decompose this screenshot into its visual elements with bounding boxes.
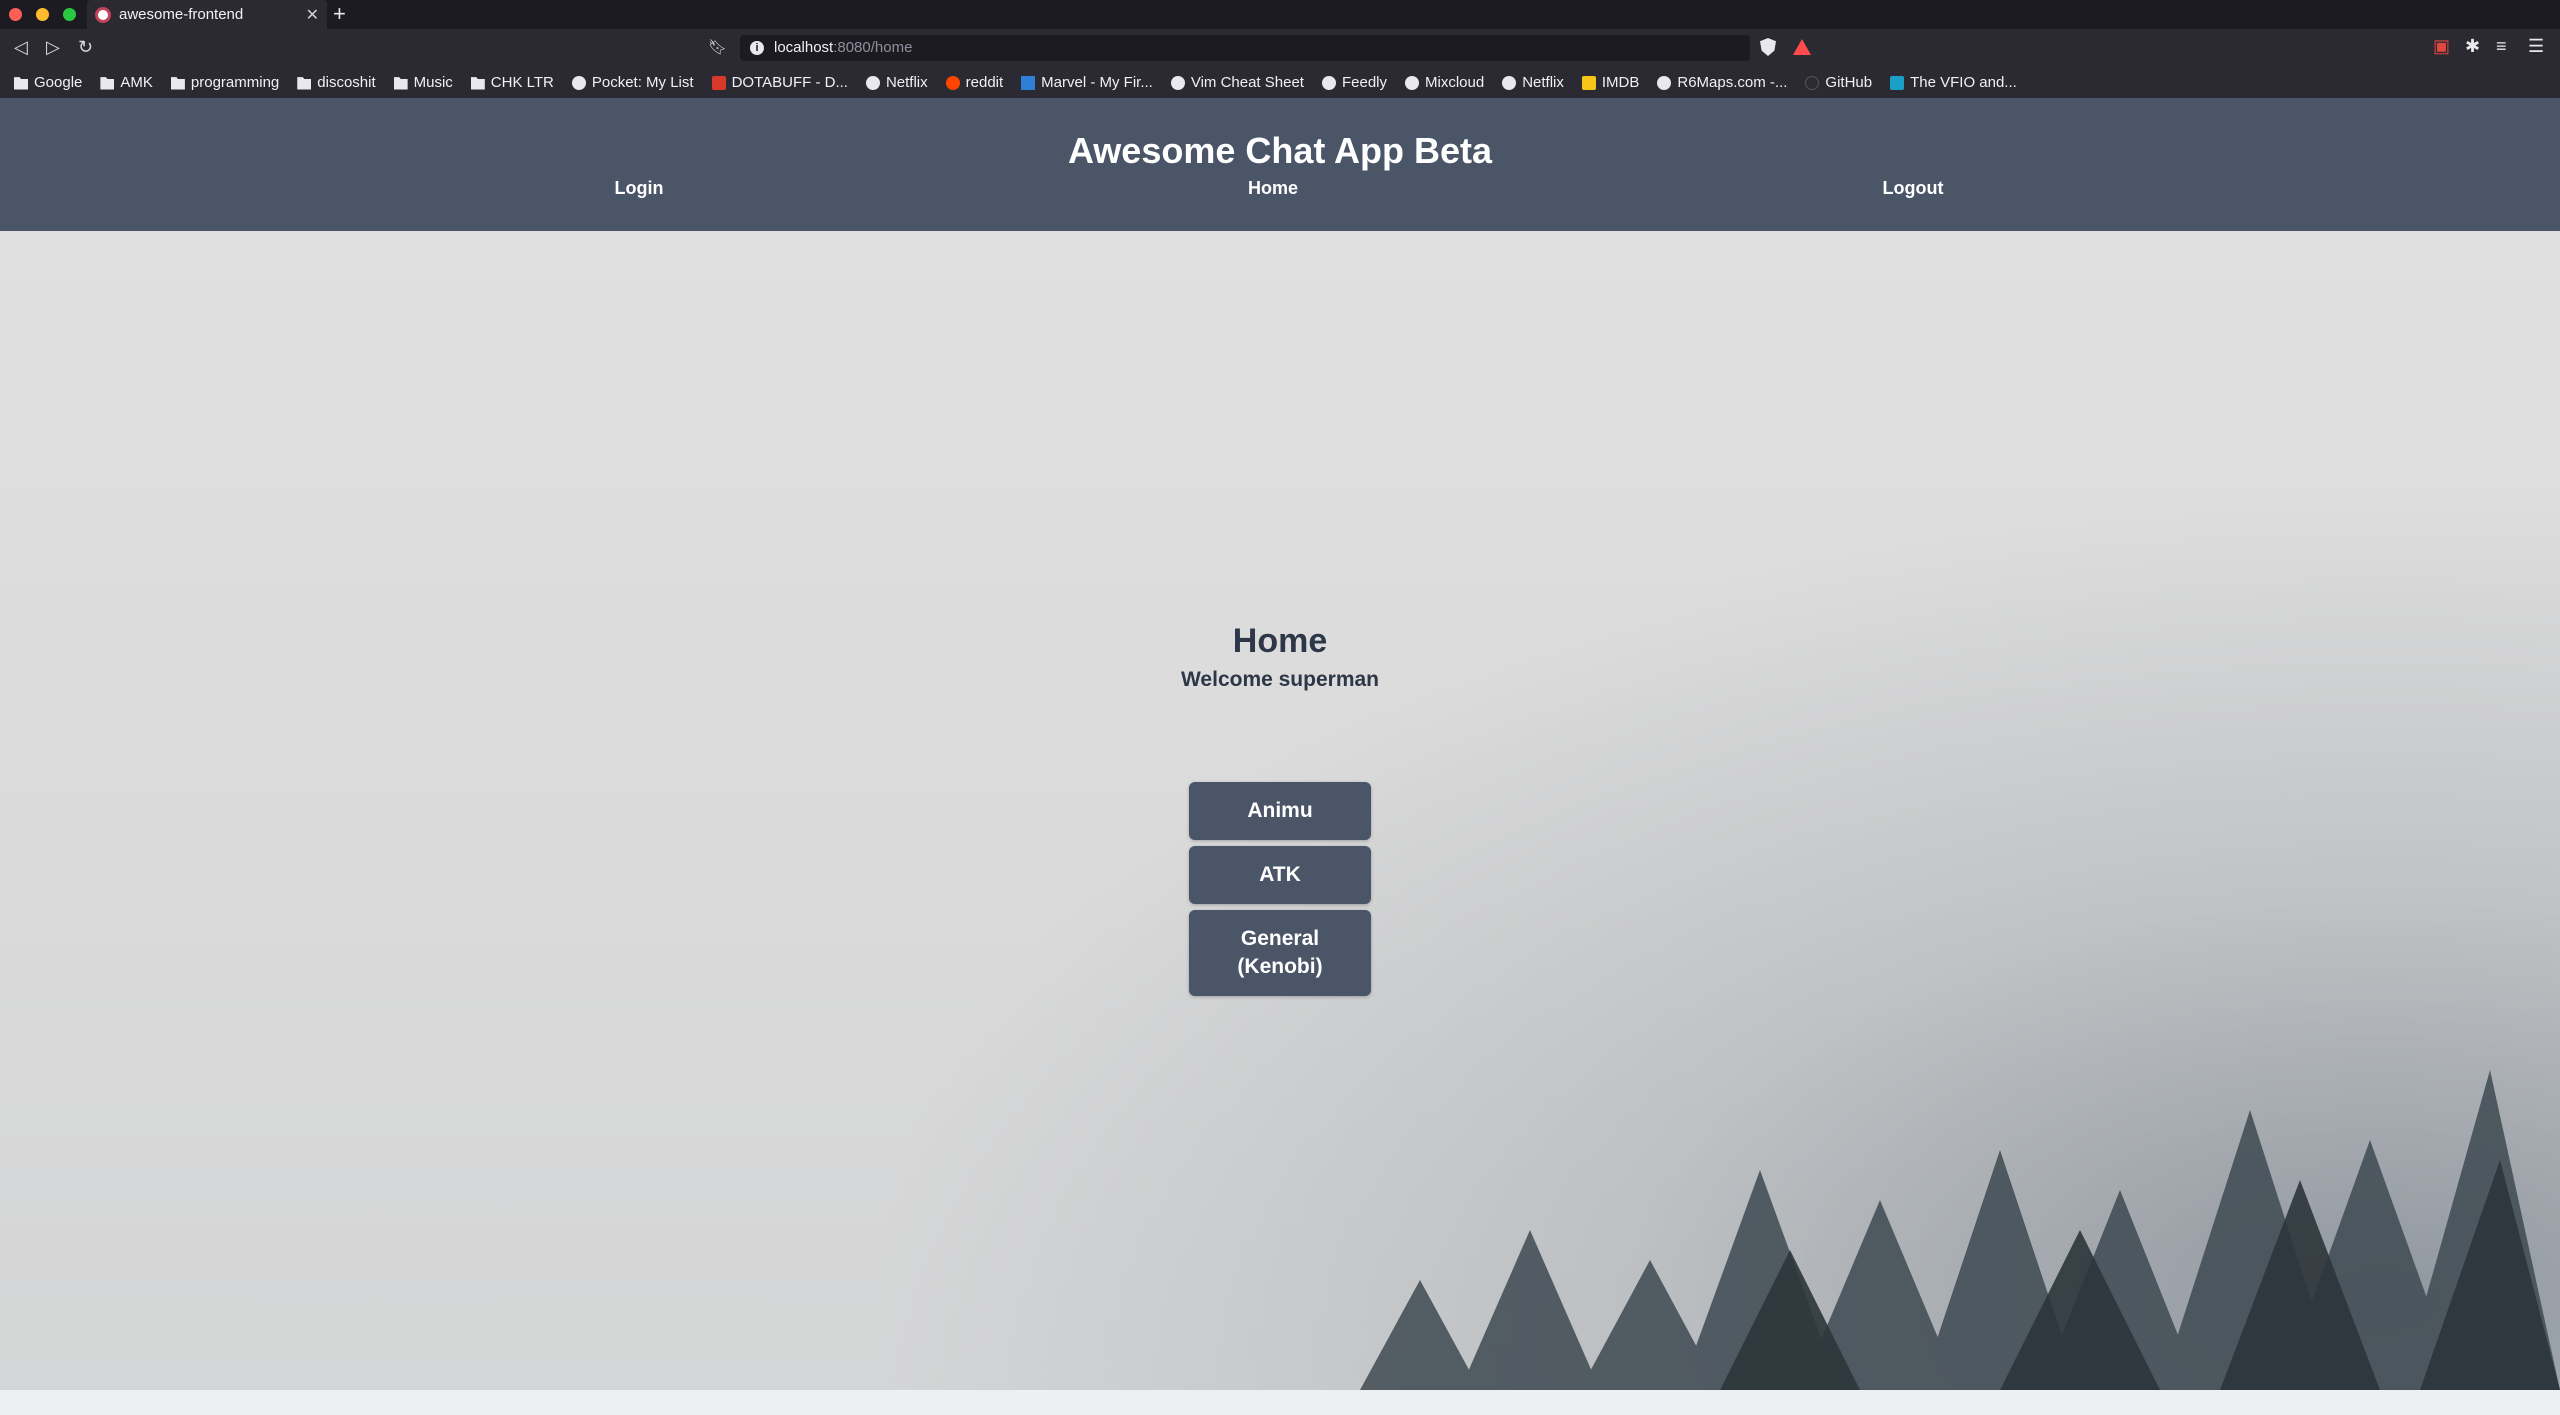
browser-tab[interactable]: awesome-frontend ✕ <box>87 0 327 29</box>
bookmark-item[interactable]: CHK LTR <box>470 74 554 91</box>
nav-home-link[interactable]: Home <box>1193 178 1353 199</box>
page-viewport: Awesome Chat App Beta Login Home Logout … <box>0 98 2560 1390</box>
bookmark-label: AMK <box>120 74 153 91</box>
extension-badge-icon[interactable]: ▣ <box>2433 36 2450 57</box>
bookmark-label: discoshit <box>317 74 376 91</box>
room-button-general-kenobi[interactable]: General (Kenobi) <box>1189 910 1371 996</box>
bookmark-item[interactable]: Netflix <box>1502 74 1564 91</box>
bookmark-label: reddit <box>965 74 1004 91</box>
welcome-message: Welcome superman <box>1180 668 1379 691</box>
tab-strip: awesome-frontend ✕ + <box>0 0 2560 29</box>
folder-icon <box>297 77 312 90</box>
room-button-animu[interactable]: Animu <box>1189 782 1371 840</box>
extensions-puzzle-icon[interactable]: ✱ <box>2465 36 2480 57</box>
bookmark-item[interactable]: Mixcloud <box>1405 74 1484 91</box>
bookmark-label: IMDB <box>1601 74 1640 91</box>
bookmark-label: Mixcloud <box>1425 74 1485 91</box>
app-header: Awesome Chat App Beta Login Home Logout <box>0 98 2560 231</box>
bookmark-item[interactable]: discoshit <box>297 74 376 91</box>
bookmark-item[interactable]: programming <box>170 74 280 91</box>
bookmark-label: R6Maps.com -... <box>1677 74 1788 91</box>
globe-icon <box>1657 75 1672 90</box>
forest-background-image <box>1360 1070 2560 1390</box>
marvel-icon <box>1021 75 1036 90</box>
minimize-window-button[interactable] <box>36 8 49 21</box>
rewards-triangle-icon[interactable] <box>1793 39 1811 55</box>
address-bar[interactable]: i localhost:8080/home <box>740 35 1750 61</box>
nav-login-link[interactable]: Login <box>559 178 719 199</box>
bookmark-item[interactable]: Music <box>393 74 453 91</box>
reddit-icon <box>945 75 960 90</box>
back-icon[interactable]: ◁ <box>14 37 28 57</box>
bookmark-item[interactable]: Google <box>14 74 82 91</box>
app-title: Awesome Chat App Beta <box>1067 130 1493 171</box>
dotabuff-icon <box>711 75 726 90</box>
forward-icon[interactable]: ▷ <box>46 37 60 57</box>
close-window-button[interactable] <box>9 8 22 21</box>
tab-title: awesome-frontend <box>119 6 244 23</box>
bookmark-item[interactable]: reddit <box>945 74 1004 91</box>
bookmark-label: Netflix <box>885 74 928 91</box>
reload-icon[interactable]: ↻ <box>78 37 93 57</box>
globe-icon <box>1502 75 1517 90</box>
url-path: :8080/home <box>833 39 913 56</box>
vfio-icon <box>1890 75 1905 90</box>
bookmark-item[interactable]: Pocket: My List <box>571 74 694 91</box>
room-button-atk[interactable]: ATK <box>1189 846 1371 904</box>
bookmark-label: Feedly <box>1341 74 1387 91</box>
bookmark-label: The VFIO and... <box>1910 74 2017 91</box>
bookmark-item[interactable]: AMK <box>100 74 153 91</box>
folder-icon <box>100 77 115 90</box>
close-tab-icon[interactable]: ✕ <box>306 5 319 25</box>
bookmark-item[interactable]: Netflix <box>865 74 928 91</box>
maximize-window-button[interactable] <box>63 8 76 21</box>
imdb-icon <box>1581 75 1596 90</box>
globe-icon <box>571 75 586 90</box>
new-tab-button[interactable]: + <box>333 2 346 26</box>
bookmark-label: Music <box>413 74 453 91</box>
menu-icon[interactable]: ☰ <box>2528 36 2544 57</box>
bookmark-label: Marvel - My Fir... <box>1041 74 1153 91</box>
globe-icon <box>1321 75 1336 90</box>
bookmark-item[interactable]: The VFIO and... <box>1890 74 2017 91</box>
site-info-icon[interactable]: i <box>750 41 764 55</box>
tab-favicon-icon <box>95 6 111 23</box>
bookmark-label: Netflix <box>1522 74 1564 91</box>
bookmark-item[interactable]: GitHub <box>1805 74 1872 91</box>
github-icon <box>1805 75 1820 90</box>
bookmark-item[interactable]: IMDB <box>1581 74 1640 91</box>
folder-icon <box>470 77 485 90</box>
bookmark-label: Google <box>34 74 83 91</box>
globe-icon <box>865 75 880 90</box>
playlist-icon[interactable]: ≡ <box>2496 36 2507 57</box>
bookmark-item[interactable]: Marvel - My Fir... <box>1021 74 1153 91</box>
url-host: localhost <box>774 39 834 56</box>
bookmark-item[interactable]: Vim Cheat Sheet <box>1170 74 1304 91</box>
bookmark-item[interactable]: Feedly <box>1321 74 1387 91</box>
bookmark-label: programming <box>190 74 280 91</box>
bookmark-label: Vim Cheat Sheet <box>1190 74 1304 91</box>
browser-chrome: awesome-frontend ✕ + ◁ ▷ ↻ 🔖︎ i localhos… <box>0 0 2560 98</box>
nav-logout-link[interactable]: Logout <box>1833 178 1993 199</box>
bookmark-label: CHK LTR <box>490 74 554 91</box>
bookmark-label: GitHub <box>1825 74 1873 91</box>
page-title: Home <box>1232 622 1328 660</box>
globe-icon <box>1170 75 1185 90</box>
folder-icon <box>14 77 28 90</box>
window-bottom-strip <box>0 1390 2560 1415</box>
bookmark-page-icon[interactable]: 🔖︎ <box>708 38 727 56</box>
folder-icon <box>393 77 408 90</box>
bookmark-item[interactable]: DOTABUFF - D... <box>711 74 848 91</box>
bookmark-item[interactable]: R6Maps.com -... <box>1657 74 1787 91</box>
bookmark-label: Pocket: My List <box>591 74 694 91</box>
globe-icon <box>1405 75 1419 90</box>
folder-icon <box>170 77 185 90</box>
bookmarks-bar: Google AMK programming discoshit Music CHK LT… <box>0 67 2560 98</box>
bookmark-label: DOTABUFF - D... <box>731 74 848 91</box>
